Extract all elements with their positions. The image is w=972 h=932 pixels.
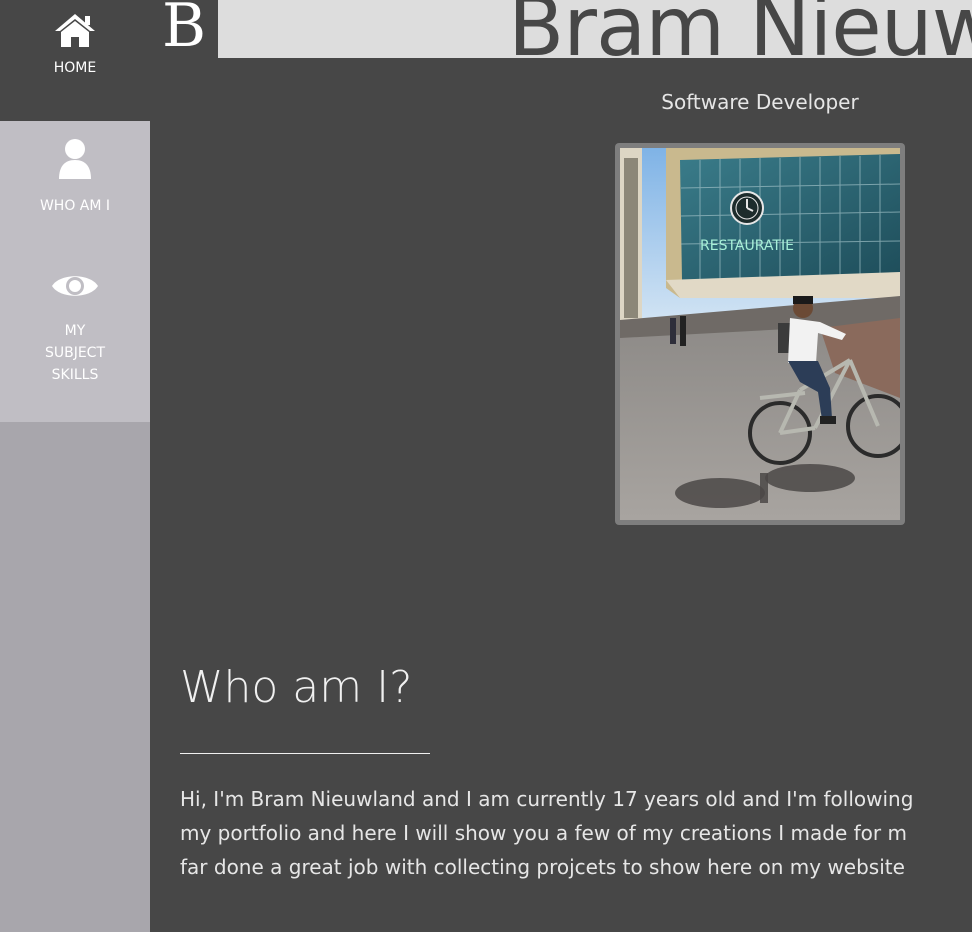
logo[interactable]: B (162, 0, 206, 62)
nav-skills-line-2: SUBJECT (44, 345, 106, 361)
title-container: Bram Nieuwland (218, 0, 972, 58)
nav-subject-skills[interactable]: MY SUBJECT SKILLS (0, 249, 150, 422)
nav-home-label: HOME (53, 60, 97, 76)
about-line-1: Hi, I'm Bram Nieuwland and I am currentl… (180, 787, 914, 811)
nav-subject-skills-label: MY SUBJECT SKILLS (30, 320, 120, 386)
about-line-2: my portfolio and here I will show you a … (180, 821, 907, 845)
about-divider (180, 753, 430, 754)
svg-text:RESTAURATIE: RESTAURATIE (700, 238, 794, 254)
nav-who-am-i-label: WHO AM I (39, 198, 111, 214)
home-icon (54, 12, 96, 52)
nav-home[interactable]: HOME (0, 0, 150, 121)
about-paragraph: Hi, I'm Bram Nieuwland and I am currentl… (180, 782, 972, 884)
profile-photo: RESTAURATIE (620, 148, 900, 520)
user-icon (57, 138, 93, 184)
profile-photo-frame: RESTAURATIE (615, 143, 905, 525)
page-subtitle: Software Developer (661, 90, 859, 114)
nav-skills-line-3: SKILLS (51, 367, 99, 383)
eye-icon (51, 270, 99, 306)
about-line-3: far done a great job with collecting pro… (180, 855, 905, 879)
about-heading: Who am I? (180, 662, 413, 713)
page-title: Bram Nieuwland (508, 0, 972, 58)
nav-skills-line-1: MY (64, 323, 86, 339)
nav-who-am-i[interactable]: WHO AM I (0, 121, 150, 249)
